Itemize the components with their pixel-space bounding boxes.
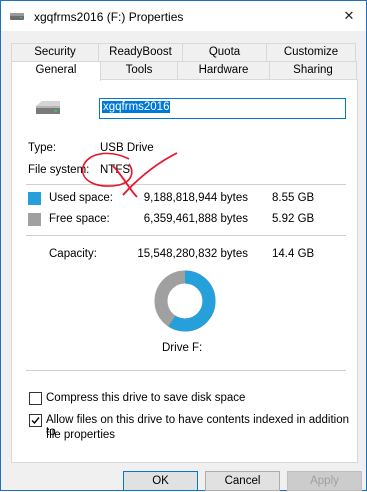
type-label: Type: bbox=[28, 142, 57, 154]
used-space-swatch bbox=[28, 192, 41, 205]
separator bbox=[26, 184, 346, 185]
close-button[interactable]: ✕ bbox=[332, 1, 366, 31]
index-label-line2: file properties bbox=[46, 429, 116, 441]
window-title: xgqfrms2016 (F:) Properties bbox=[34, 10, 184, 24]
general-tab-panel: xgqfrms2016 Type: USB Drive File system:… bbox=[11, 79, 358, 463]
close-icon: ✕ bbox=[343, 8, 355, 23]
capacity-label: Capacity: bbox=[49, 248, 97, 260]
file-system-value: NTFS bbox=[100, 164, 131, 176]
free-space-size: 5.92 GB bbox=[272, 213, 315, 225]
used-space-bytes: 9,188,818,944 bytes bbox=[143, 192, 248, 204]
tab-general[interactable]: General bbox=[11, 61, 101, 81]
tab-row-top: Security ReadyBoost Quota Customize bbox=[11, 43, 356, 61]
tab-customize[interactable]: Customize bbox=[266, 43, 356, 61]
free-space-swatch bbox=[28, 213, 41, 226]
type-value: USB Drive bbox=[100, 142, 154, 154]
used-space-size: 8.55 GB bbox=[272, 192, 315, 204]
cancel-button[interactable]: Cancel bbox=[205, 471, 280, 491]
tab-quota[interactable]: Quota bbox=[182, 43, 267, 61]
index-checkbox[interactable] bbox=[29, 414, 42, 427]
free-space-bytes: 6,359,461,888 bytes bbox=[143, 213, 248, 225]
tab-hardware[interactable]: Hardware bbox=[177, 61, 270, 79]
capacity-bytes: 15,548,280,832 bytes bbox=[137, 248, 248, 260]
separator bbox=[26, 370, 346, 371]
tab-sharing[interactable]: Sharing bbox=[269, 61, 357, 79]
drive-name-input[interactable]: xgqfrms2016 bbox=[99, 98, 346, 119]
drive-name-text: xgqfrms2016 bbox=[102, 101, 171, 113]
capacity-size: 14.4 GB bbox=[272, 248, 315, 260]
title-bar: xgqfrms2016 (F:) Properties ✕ bbox=[1, 1, 366, 31]
tab-readyboost[interactable]: ReadyBoost bbox=[98, 43, 183, 61]
used-space-label: Used space: bbox=[49, 192, 113, 204]
checkmark-icon bbox=[31, 417, 40, 425]
tab-security[interactable]: Security bbox=[11, 43, 99, 61]
usb-drive-icon bbox=[36, 101, 60, 114]
disk-usage-donut bbox=[154, 270, 216, 332]
compress-checkbox[interactable] bbox=[29, 392, 42, 405]
compress-label: Compress this drive to save disk space bbox=[46, 392, 246, 404]
tab-tools[interactable]: Tools bbox=[100, 61, 178, 79]
free-space-label: Free space: bbox=[49, 213, 110, 225]
properties-dialog: xgqfrms2016 (F:) Properties ✕ Security R… bbox=[0, 0, 367, 491]
apply-button[interactable]: Apply bbox=[287, 471, 362, 491]
drive-caption: Drive F: bbox=[162, 342, 203, 354]
ok-button[interactable]: OK bbox=[123, 471, 198, 491]
tab-row-bottom: General Tools Hardware Sharing bbox=[11, 61, 357, 81]
usb-drive-icon bbox=[10, 13, 24, 20]
file-system-label: File system: bbox=[28, 164, 90, 176]
separator bbox=[26, 235, 346, 236]
